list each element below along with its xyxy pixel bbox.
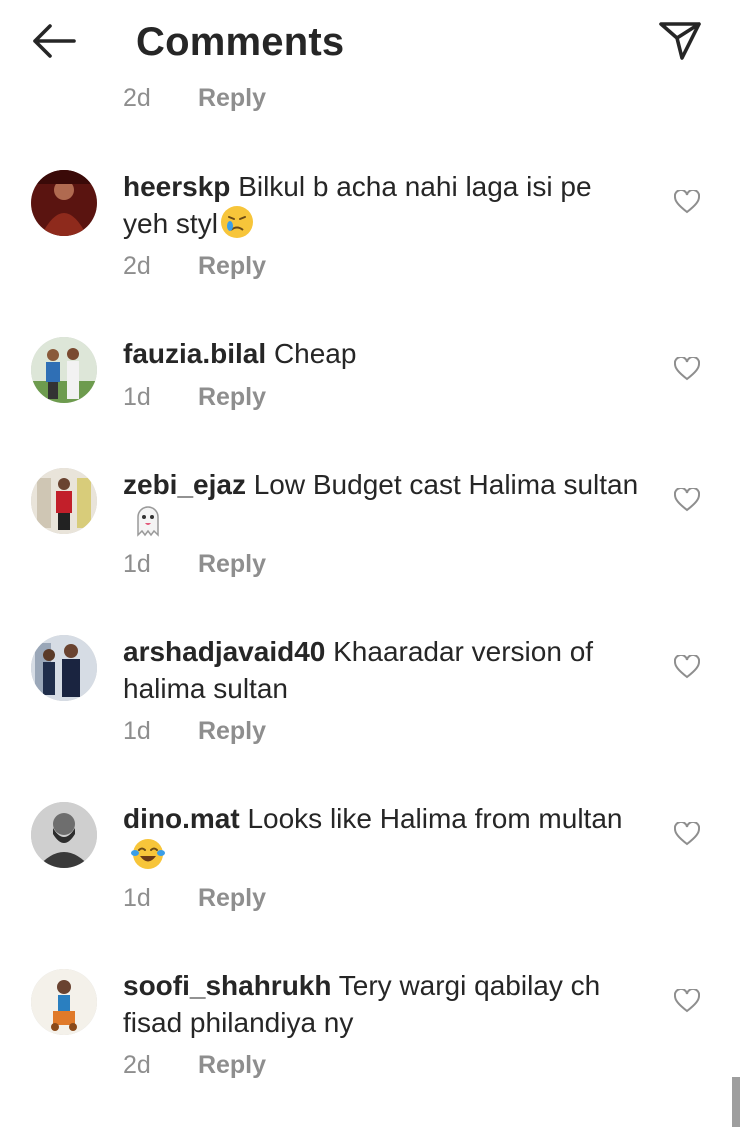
comment-meta: 2d Reply [123,1051,266,1080]
comment-username[interactable]: dino.mat [123,803,240,834]
ghost-icon [137,506,159,537]
comment-time: 2d [123,84,151,112]
comment-meta: 1d Reply [123,383,266,412]
scrollbar[interactable] [732,1077,740,1127]
avatar[interactable] [31,170,97,236]
like-heart-icon[interactable] [674,190,700,214]
reply-button[interactable]: Reply [198,1051,266,1079]
like-heart-icon[interactable] [674,357,700,381]
comment-body: Looks like Halima from multan [247,803,623,834]
like-heart-icon[interactable] [674,488,700,512]
direct-share-button[interactable] [656,18,704,64]
comment-username[interactable]: heerskp [123,171,230,202]
comment-meta: 1d Reply [123,550,266,579]
avatar[interactable] [31,635,97,701]
reply-button[interactable]: Reply [198,717,266,745]
comment-time: 1d [123,550,151,578]
avatar[interactable] [31,969,97,1035]
comment-time: 1d [123,884,151,912]
page-title: Comments [136,20,345,64]
header-bar: Comments [0,0,740,86]
like-heart-icon[interactable] [674,822,700,846]
comment-text: dino.mat Looks like Halima from multan [123,800,643,874]
avatar[interactable] [31,468,97,534]
comment-meta: 1d Reply [123,717,266,746]
previous-comment-meta: 2d Reply [123,84,266,113]
comment-time: 2d [123,252,151,280]
comment-text: arshadjavaid40 Khaaradar version of hali… [123,633,643,707]
reply-button[interactable]: Reply [198,252,266,280]
reply-button[interactable]: Reply [198,550,266,578]
comment-text: soofi_shahrukh Tery wargi qabilay ch fis… [123,967,643,1041]
comment-meta: 1d Reply [123,884,266,913]
comment-body: Cheap [273,338,357,369]
comment-username[interactable]: fauzia.bilal [123,338,266,369]
comment-text: zebi_ejaz Low Budget cast Halima sultan [123,466,643,540]
arrow-left-icon [33,24,76,58]
back-button[interactable] [28,20,78,64]
reply-button[interactable]: Reply [198,884,266,912]
reply-button[interactable]: Reply [198,84,266,112]
avatar[interactable] [31,337,97,403]
like-heart-icon[interactable] [674,989,700,1013]
reply-button[interactable]: Reply [198,383,266,411]
comment-time: 1d [123,383,151,411]
comment-time: 2d [123,1051,151,1079]
avatar[interactable] [31,802,97,868]
comment-username[interactable]: zebi_ejaz [123,469,246,500]
comment-username[interactable]: arshadjavaid40 [123,636,325,667]
tears-of-joy-icon [131,839,165,869]
send-icon [659,22,701,60]
comment-time: 1d [123,717,151,745]
crying-face-icon [220,206,253,238]
comment-text: heerskp Bilkul b acha nahi laga isi pe y… [123,168,643,242]
like-heart-icon[interactable] [674,655,700,679]
comment-username[interactable]: soofi_shahrukh [123,970,331,1001]
comment-body: Low Budget cast Halima sultan [253,469,639,500]
comment-text: fauzia.bilal Cheap [123,335,643,372]
comment-meta: 2d Reply [123,252,266,281]
